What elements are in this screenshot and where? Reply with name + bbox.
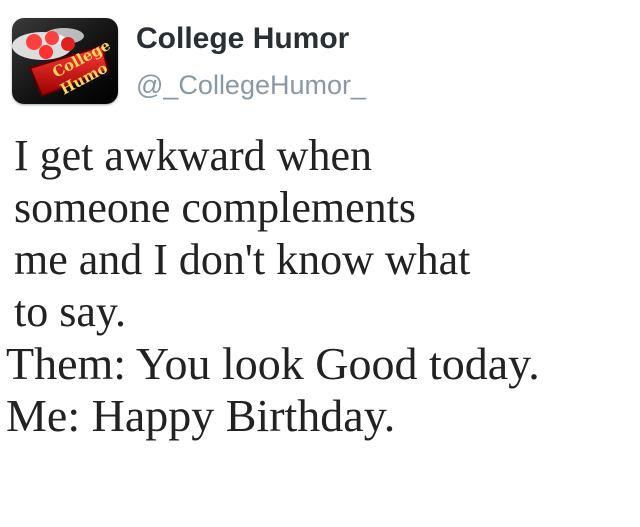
tweet-text: I get awkward when someone complements m… (6, 130, 629, 442)
tweet-line-6: Me: Happy Birthday. (6, 390, 396, 441)
user-handle[interactable]: @_CollegeHumor_ (136, 70, 366, 101)
tweet-line-4: to say. (14, 287, 127, 336)
tweet-line-2: someone complements (14, 183, 417, 232)
tweet-line-5: Them: You look Good today. (6, 338, 540, 389)
tweet-header: College Humo College Humor @_CollegeHumo… (12, 18, 612, 104)
tweet-line-1: I get awkward when (14, 131, 372, 180)
college-humor-logo-icon: College Humo (12, 18, 118, 104)
display-name[interactable]: College Humor (136, 22, 349, 56)
tweet-line-3: me and I don't know what (14, 235, 471, 284)
avatar[interactable]: College Humo (12, 18, 118, 104)
